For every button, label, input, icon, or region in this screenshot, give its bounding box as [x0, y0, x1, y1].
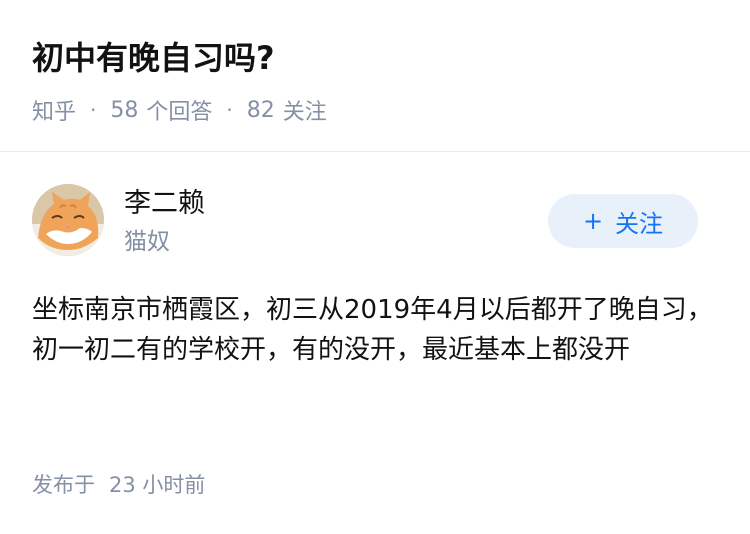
follow-button-label: 关注	[615, 209, 664, 238]
answer-count-label: 个回答	[146, 100, 213, 125]
source-label[interactable]: 知乎	[32, 94, 76, 126]
avatar[interactable]	[32, 184, 104, 256]
follower-count: 82	[246, 97, 275, 123]
publish-label: 发布于	[32, 473, 95, 497]
follow-button[interactable]: + 关注	[548, 194, 698, 248]
answer-footer: 发布于 23 小时前	[32, 468, 205, 500]
meta-separator: ·	[226, 98, 233, 122]
question-title[interactable]: 初中有晚自习吗?	[32, 36, 275, 80]
meta-separator: ·	[90, 98, 97, 122]
publish-time: 23 小时前	[109, 473, 206, 497]
question-meta: 知乎 · 58 个回答 · 82 关注	[32, 94, 327, 126]
author-name[interactable]: 李二赖	[124, 186, 205, 222]
follower-count-label: 关注	[282, 100, 327, 125]
answer-content[interactable]: 坐标南京市栖霞区，初三从2019年4月以后都开了晚自习，初一初二有的学校开，有的…	[32, 290, 722, 370]
plus-icon: +	[582, 207, 604, 235]
answer-author: 李二赖 猫奴 + 关注	[32, 184, 718, 260]
answer-count: 58	[110, 97, 139, 123]
question-header: 初中有晚自习吗? 知乎 · 58 个回答 · 82 关注	[0, 0, 750, 152]
cat-avatar-icon	[32, 184, 104, 256]
author-bio: 猫奴	[124, 229, 170, 255]
